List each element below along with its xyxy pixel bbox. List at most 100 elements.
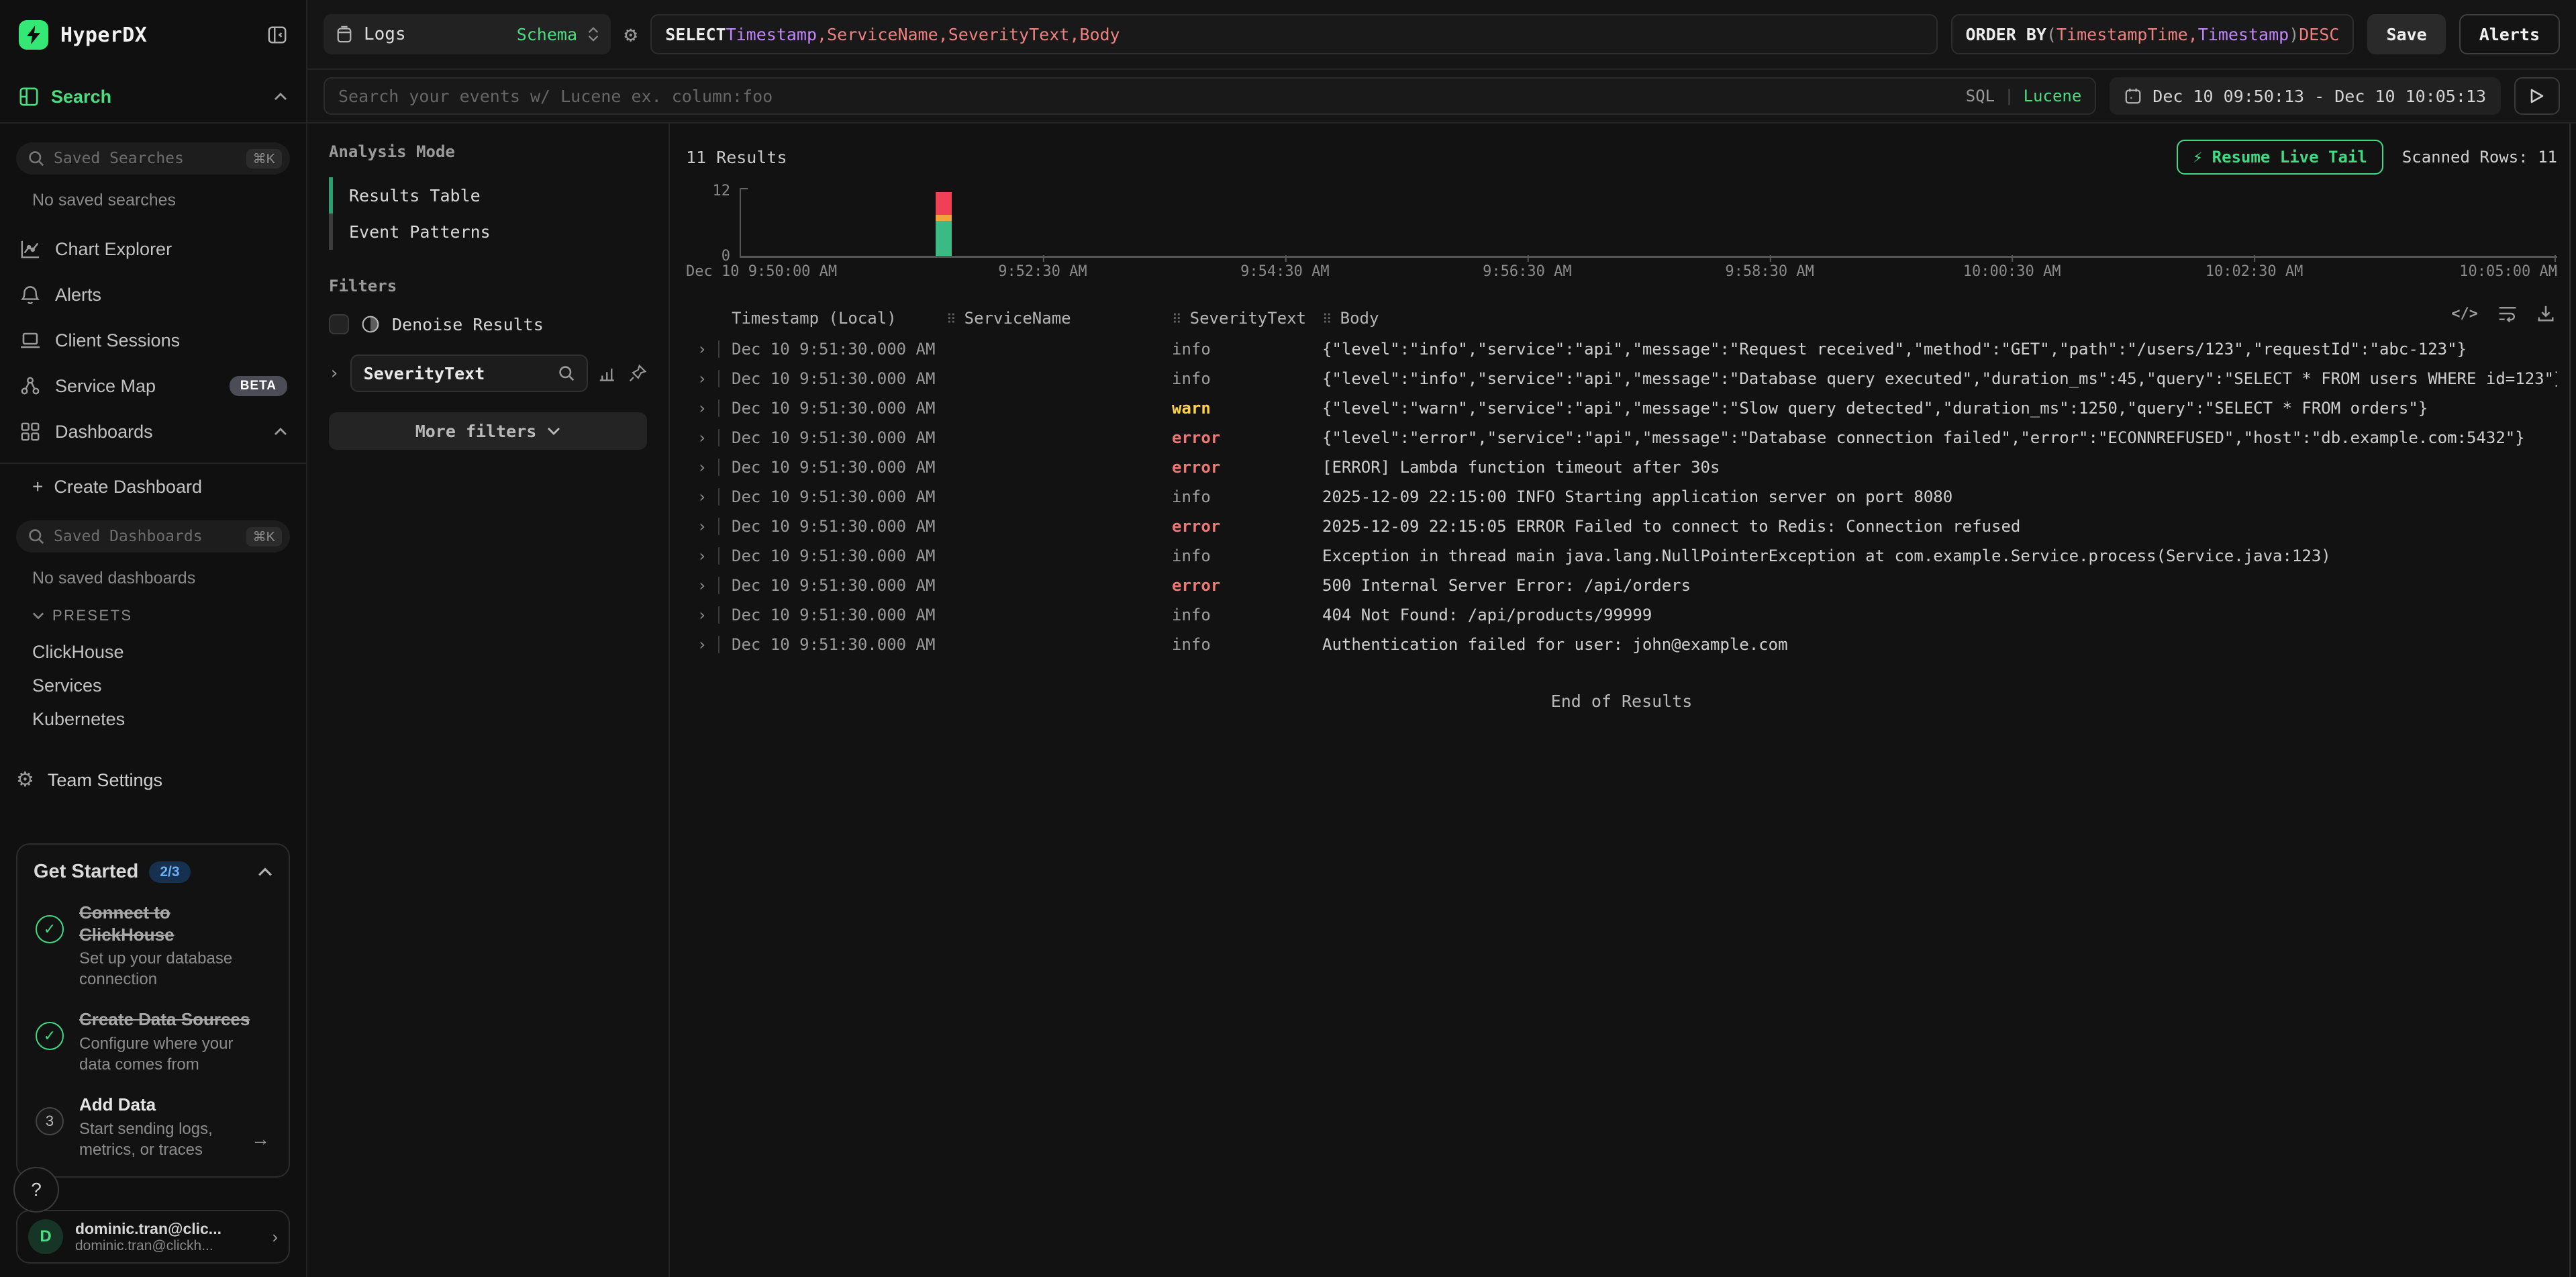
preset-kubernetes[interactable]: Kubernetes	[16, 702, 290, 736]
download-icon[interactable]	[2537, 305, 2555, 322]
table-row[interactable]: ›Dec 10 9:51:30.000 AMwarn{"level":"warn…	[686, 393, 2557, 423]
col-severitytext[interactable]: ⠿SeverityText	[1172, 309, 1322, 328]
x-tick: 10:02:30 AM	[2206, 263, 2303, 280]
source-select[interactable]: Logs Schema	[324, 14, 611, 54]
denoise-label: Denoise Results	[392, 315, 544, 334]
sql-toggle[interactable]: SQL	[1966, 87, 1995, 105]
get-started-step-2[interactable]: ✓ Create Data Sources Configure where yo…	[34, 1008, 273, 1075]
get-started-card: Get Started 2/3 ✓ Connect to ClickHouse …	[16, 843, 290, 1178]
lucene-toggle[interactable]: Lucene	[2024, 87, 2082, 105]
alerts-button[interactable]: Alerts	[2459, 14, 2560, 54]
pin-icon[interactable]	[628, 364, 647, 383]
expand-row-icon[interactable]: ›	[686, 340, 718, 359]
create-dashboard-button[interactable]: + Create Dashboard	[16, 464, 290, 510]
x-tick: 9:52:30 AM	[998, 263, 1087, 280]
histogram-plot[interactable]	[740, 188, 2557, 258]
histogram-bar[interactable]	[936, 192, 952, 256]
help-button[interactable]: ?	[13, 1167, 59, 1213]
table-row[interactable]: ›Dec 10 9:51:30.000 AMerror[ERROR] Lambd…	[686, 453, 2557, 482]
saved-dashboards-search[interactable]: ⌘K	[16, 520, 290, 553]
table-row[interactable]: ›Dec 10 9:51:30.000 AMinfo{"level":"info…	[686, 364, 2557, 393]
cell-timestamp: Dec 10 9:51:30.000 AM	[732, 428, 946, 447]
drag-handle-icon[interactable]: ⠿	[1172, 311, 1182, 327]
expand-row-icon[interactable]: ›	[686, 517, 718, 536]
results-header: 11 Results ⚡ Resume Live Tail Scanned Ro…	[686, 140, 2557, 175]
sidebar-item-search[interactable]: Search	[0, 70, 306, 124]
cell-severity: info	[1172, 635, 1322, 654]
sidebar-item-service-map[interactable]: Service Map BETA	[16, 363, 290, 409]
more-filters-button[interactable]: More filters	[329, 412, 647, 450]
wrap-lines-icon[interactable]	[2498, 305, 2517, 322]
col-timestamp[interactable]: Timestamp (Local)	[732, 309, 946, 328]
table-row[interactable]: ›Dec 10 9:51:30.000 AMerror2025-12-09 22…	[686, 512, 2557, 541]
event-search[interactable]: SQL | Lucene	[324, 77, 2096, 115]
expand-row-icon[interactable]: ›	[686, 606, 718, 624]
col-body[interactable]: ⠿Body	[1322, 309, 2557, 328]
y-tick-max: 12	[713, 183, 731, 199]
severity-filter-field[interactable]: SeverityText	[350, 354, 588, 392]
table-row[interactable]: ›Dec 10 9:51:30.000 AMinfoException in t…	[686, 541, 2557, 571]
cell-timestamp: Dec 10 9:51:30.000 AM	[732, 576, 946, 595]
get-started-header[interactable]: Get Started 2/3	[34, 861, 273, 883]
table-row[interactable]: ›Dec 10 9:51:30.000 AMerror{"level":"err…	[686, 423, 2557, 453]
denoise-checkbox[interactable]	[329, 314, 349, 334]
sidebar-item-client-sessions[interactable]: Client Sessions	[16, 318, 290, 363]
table-row[interactable]: ›Dec 10 9:51:30.000 AMinfo404 Not Found:…	[686, 600, 2557, 630]
expand-row-icon[interactable]: ›	[686, 458, 718, 477]
nav-label: Service Map	[55, 376, 216, 397]
expand-row-icon[interactable]: ›	[686, 428, 718, 447]
expand-row-icon[interactable]: ›	[686, 635, 718, 654]
saved-searches-input[interactable]	[54, 150, 237, 167]
cell-body: {"level":"info","service":"api","message…	[1322, 340, 2557, 359]
chevron-right-icon[interactable]: ›	[329, 363, 340, 383]
table-row[interactable]: ›Dec 10 9:51:30.000 AMinfo{"level":"info…	[686, 334, 2557, 364]
sidebar-item-alerts[interactable]: Alerts	[16, 272, 290, 318]
drag-handle-icon[interactable]: ⠿	[1322, 311, 1332, 327]
expand-row-icon[interactable]: ›	[686, 547, 718, 565]
resume-live-tail-button[interactable]: ⚡ Resume Live Tail	[2177, 140, 2383, 175]
search-icon	[28, 150, 44, 167]
scrollbar[interactable]	[2569, 124, 2571, 1277]
chevron-up-icon[interactable]	[274, 93, 287, 101]
table-row[interactable]: ›Dec 10 9:51:30.000 AMerror500 Internal …	[686, 571, 2557, 600]
save-button[interactable]: Save	[2367, 14, 2445, 54]
time-range-picker[interactable]: Dec 10 09:50:13 - Dec 10 10:05:13	[2110, 77, 2501, 115]
chart-filter-icon[interactable]	[599, 364, 617, 383]
get-started-step-1[interactable]: ✓ Connect to ClickHouse Set up your data…	[34, 902, 273, 990]
preset-clickhouse[interactable]: ClickHouse	[16, 635, 290, 669]
chevron-up-icon[interactable]	[258, 867, 273, 877]
event-search-input[interactable]	[338, 87, 1955, 106]
get-started-step-3[interactable]: 3 Add Data Start sending logs, metrics, …	[34, 1094, 273, 1160]
expand-row-icon[interactable]: ›	[686, 399, 718, 418]
preset-services[interactable]: Services	[16, 669, 290, 702]
collapse-sidebar-icon[interactable]	[267, 25, 287, 45]
language-toggle[interactable]: SQL | Lucene	[1966, 87, 2082, 105]
source-settings-gear-icon[interactable]: ⚙	[624, 23, 637, 45]
results-panel: 11 Results ⚡ Resume Live Tail Scanned Ro…	[670, 124, 2576, 1277]
table-row[interactable]: ›Dec 10 9:51:30.000 AMinfoAuthentication…	[686, 630, 2557, 659]
saved-dashboards-input[interactable]	[54, 528, 237, 545]
order-by-input[interactable]: ORDER BY (TimestampTime, Timestamp) DESC	[1951, 14, 2355, 54]
presets-header[interactable]: PRESETS	[32, 607, 290, 624]
chevron-up-icon[interactable]	[274, 428, 287, 436]
expand-row-icon[interactable]: ›	[686, 369, 718, 388]
mode-results-table[interactable]: Results Table	[329, 177, 647, 214]
sidebar-item-dashboards[interactable]: Dashboards	[16, 409, 290, 455]
sidebar-item-team-settings[interactable]: ⚙ Team Settings	[16, 757, 290, 803]
run-query-button[interactable]	[2514, 77, 2560, 115]
col-servicename[interactable]: ⠿ServiceName	[946, 309, 1172, 328]
search-icon[interactable]	[558, 365, 575, 381]
code-view-icon[interactable]: </>	[2451, 305, 2478, 322]
table-row[interactable]: ›Dec 10 9:51:30.000 AMinfo2025-12-09 22:…	[686, 482, 2557, 512]
x-tick: 10:05:00 AM	[2459, 263, 2557, 280]
drag-handle-icon[interactable]: ⠿	[946, 311, 956, 327]
user-menu[interactable]: D dominic.tran@clic... dominic.tran@clic…	[16, 1210, 290, 1264]
select-clause-input[interactable]: SELECT Timestamp,ServiceName,SeverityTex…	[650, 14, 1937, 54]
sidebar-item-chart-explorer[interactable]: Chart Explorer	[16, 226, 290, 272]
expand-row-icon[interactable]: ›	[686, 487, 718, 506]
expand-row-icon[interactable]: ›	[686, 576, 718, 595]
mode-event-patterns[interactable]: Event Patterns	[329, 214, 647, 250]
y-axis: 12 0	[686, 188, 740, 258]
saved-searches-search[interactable]: ⌘K	[16, 142, 290, 175]
cell-body: {"level":"error","service":"api","messag…	[1322, 428, 2557, 447]
